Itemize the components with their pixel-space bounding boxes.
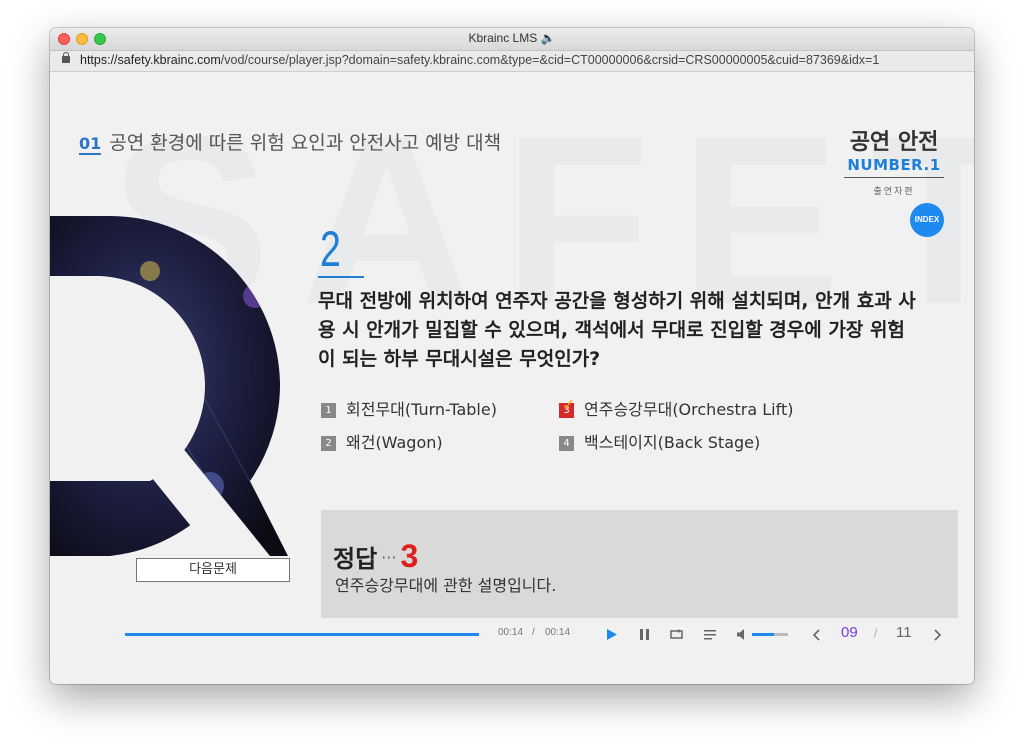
option-1-label: 회전무대(Turn-Table) xyxy=(346,400,497,419)
current-page: 09 xyxy=(841,624,858,641)
window-title: Kbrainc LMS 🔈 xyxy=(468,31,556,45)
option-3[interactable]: 3 ✓ 연주승강무대(Orchestra Lift) xyxy=(559,396,793,420)
question-text: 무대 전방에 위치하여 연주자 공간을 형성하기 위해 설치되며, 안개 효과 … xyxy=(318,290,916,370)
next-question-button[interactable]: 다음문제 xyxy=(136,558,290,582)
answer-panel: 정답 ··· 3 연주승강무대에 관한 설명입니다. xyxy=(321,510,958,618)
answer-description: 연주승강무대에 관한 설명입니다. xyxy=(335,576,557,595)
section-number: 01 xyxy=(79,134,102,155)
option-1-number: 1 xyxy=(321,403,336,418)
answer-label: 정답 xyxy=(333,545,378,573)
option-3-number: 3 ✓ xyxy=(559,397,575,418)
section-header: 01 공연 환경에 따른 위험 요인과 안전사고 예방 대책 xyxy=(79,128,501,155)
page-separator: / xyxy=(874,626,878,640)
url-text[interactable]: https://safety.kbrainc.com/vod/course/pl… xyxy=(80,53,879,67)
pause-icon[interactable] xyxy=(640,629,649,640)
title-bar: Kbrainc LMS 🔈 xyxy=(50,28,974,51)
section-title: 공연 환경에 따른 위험 요인과 안전사고 예방 대책 xyxy=(109,132,502,154)
question-number: 2 xyxy=(320,221,341,277)
url-domain: https://safety.kbrainc.com xyxy=(80,53,221,67)
option-3-label: 연주승강무대(Orchestra Lift) xyxy=(584,400,794,419)
brand-title: 공연 안전 xyxy=(849,130,939,155)
volume-icon[interactable] xyxy=(737,629,747,640)
lock-icon xyxy=(62,52,70,63)
browser-window: Kbrainc LMS 🔈 https://safety.kbrainc.com… xyxy=(50,28,974,684)
play-icon[interactable] xyxy=(607,629,617,640)
next-page-icon[interactable] xyxy=(934,629,942,641)
script-icon[interactable] xyxy=(704,629,716,640)
volume-level xyxy=(752,633,774,636)
brand-subtitle: NUMBER.1 xyxy=(844,156,944,178)
total-pages: 11 xyxy=(896,624,912,641)
index-button[interactable]: INDEX xyxy=(910,203,944,237)
answer-value: 3 xyxy=(400,538,419,574)
option-4-number: 4 xyxy=(559,436,574,451)
answer-dots: ··· xyxy=(381,548,397,567)
prev-page-icon[interactable] xyxy=(812,629,820,641)
course-brand: 공연 안전 NUMBER.1 출연자편 xyxy=(844,124,944,197)
url-path: /vod/course/player.jsp?domain=safety.kbr… xyxy=(220,53,880,67)
volume-slider[interactable] xyxy=(752,633,788,636)
progress-bar[interactable] xyxy=(125,633,479,636)
q-letter-graphic xyxy=(50,216,288,556)
option-4[interactable]: 4 백스테이지(Back Stage) xyxy=(559,429,760,453)
current-time: 00:14 xyxy=(498,627,524,638)
address-bar[interactable]: https://safety.kbrainc.com/vod/course/pl… xyxy=(50,51,974,72)
time-separator: / xyxy=(532,627,535,638)
answer-heading: 정답 ··· 3 xyxy=(333,538,418,575)
repeat-icon[interactable] xyxy=(670,629,683,640)
option-1[interactable]: 1 회전무대(Turn-Table) xyxy=(321,396,497,420)
option-4-label: 백스테이지(Back Stage) xyxy=(584,433,761,452)
checkmark-icon: ✓ xyxy=(562,395,576,414)
brand-caption: 출연자편 xyxy=(873,187,915,197)
player-stage: SAFETY 01공연 환경에 따른 위험 요인과 안전사고 예방 대책 공연 … xyxy=(50,72,974,684)
player-controls: 00:14 / 00:14 09 / 11 xyxy=(50,620,974,650)
option-2[interactable]: 2 왜건(Wagon) xyxy=(321,429,443,453)
option-2-label: 왜건(Wagon) xyxy=(346,433,443,452)
question-number-underline xyxy=(318,276,364,278)
total-time: 00:14 xyxy=(545,627,571,638)
option-2-number: 2 xyxy=(321,436,336,451)
